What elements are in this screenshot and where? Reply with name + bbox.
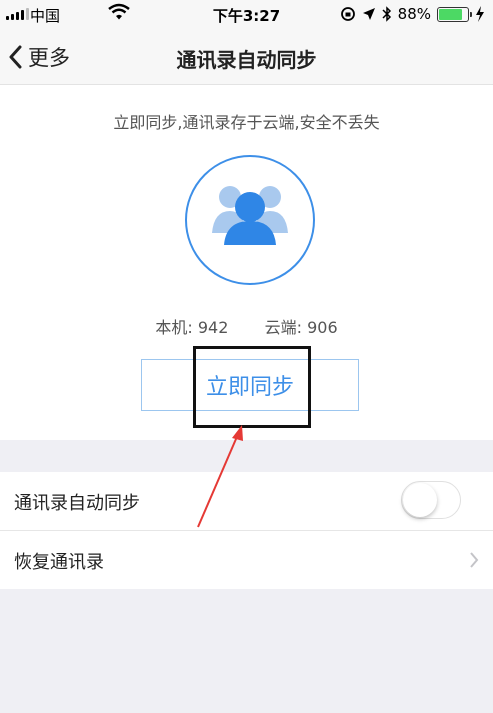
local-count: 942 — [197, 318, 229, 337]
cloud-count: 906 — [307, 318, 338, 337]
page-title: 通讯录自动同步 — [176, 48, 317, 72]
bluetooth-icon — [382, 6, 391, 22]
navigation-bar: 更多 通讯录自动同步 — [0, 30, 493, 85]
cloud-count-label: 云端: — [264, 318, 302, 337]
location-icon — [362, 8, 375, 20]
chevron-right-icon — [470, 552, 479, 568]
sync-panel: 立即同步,通讯录存于云端,安全不丢失 本机: 942 云端: 906 立即同步 — [0, 85, 493, 440]
rotation-lock-icon — [340, 7, 355, 21]
auto-sync-toggle[interactable] — [401, 481, 461, 519]
settings-list: 通讯录自动同步 恢复通讯录 — [0, 472, 493, 589]
contacts-group-icon — [212, 186, 288, 245]
battery-percent: 88% — [397, 5, 431, 23]
auto-sync-label: 通讯录自动同步 — [14, 493, 140, 514]
status-icons: 88% — [340, 5, 485, 23]
contact-counts: 本机: 942 云端: 906 — [0, 314, 493, 338]
annotation-highlight-box — [193, 346, 311, 428]
toggle-knob — [403, 483, 437, 517]
auto-sync-row: 通讯录自动同步 — [0, 472, 493, 531]
charging-icon — [476, 6, 484, 22]
contacts-avatar — [185, 155, 315, 285]
restore-contacts-row[interactable]: 恢复通讯录 — [0, 531, 493, 589]
battery-icon — [437, 6, 472, 22]
sync-tagline: 立即同步,通讯录存于云端,安全不丢失 — [113, 113, 380, 132]
restore-contacts-label: 恢复通讯录 — [14, 552, 104, 573]
local-count-label: 本机: — [155, 318, 193, 337]
status-bar: 中国 下午3:27 88% — [0, 0, 493, 30]
